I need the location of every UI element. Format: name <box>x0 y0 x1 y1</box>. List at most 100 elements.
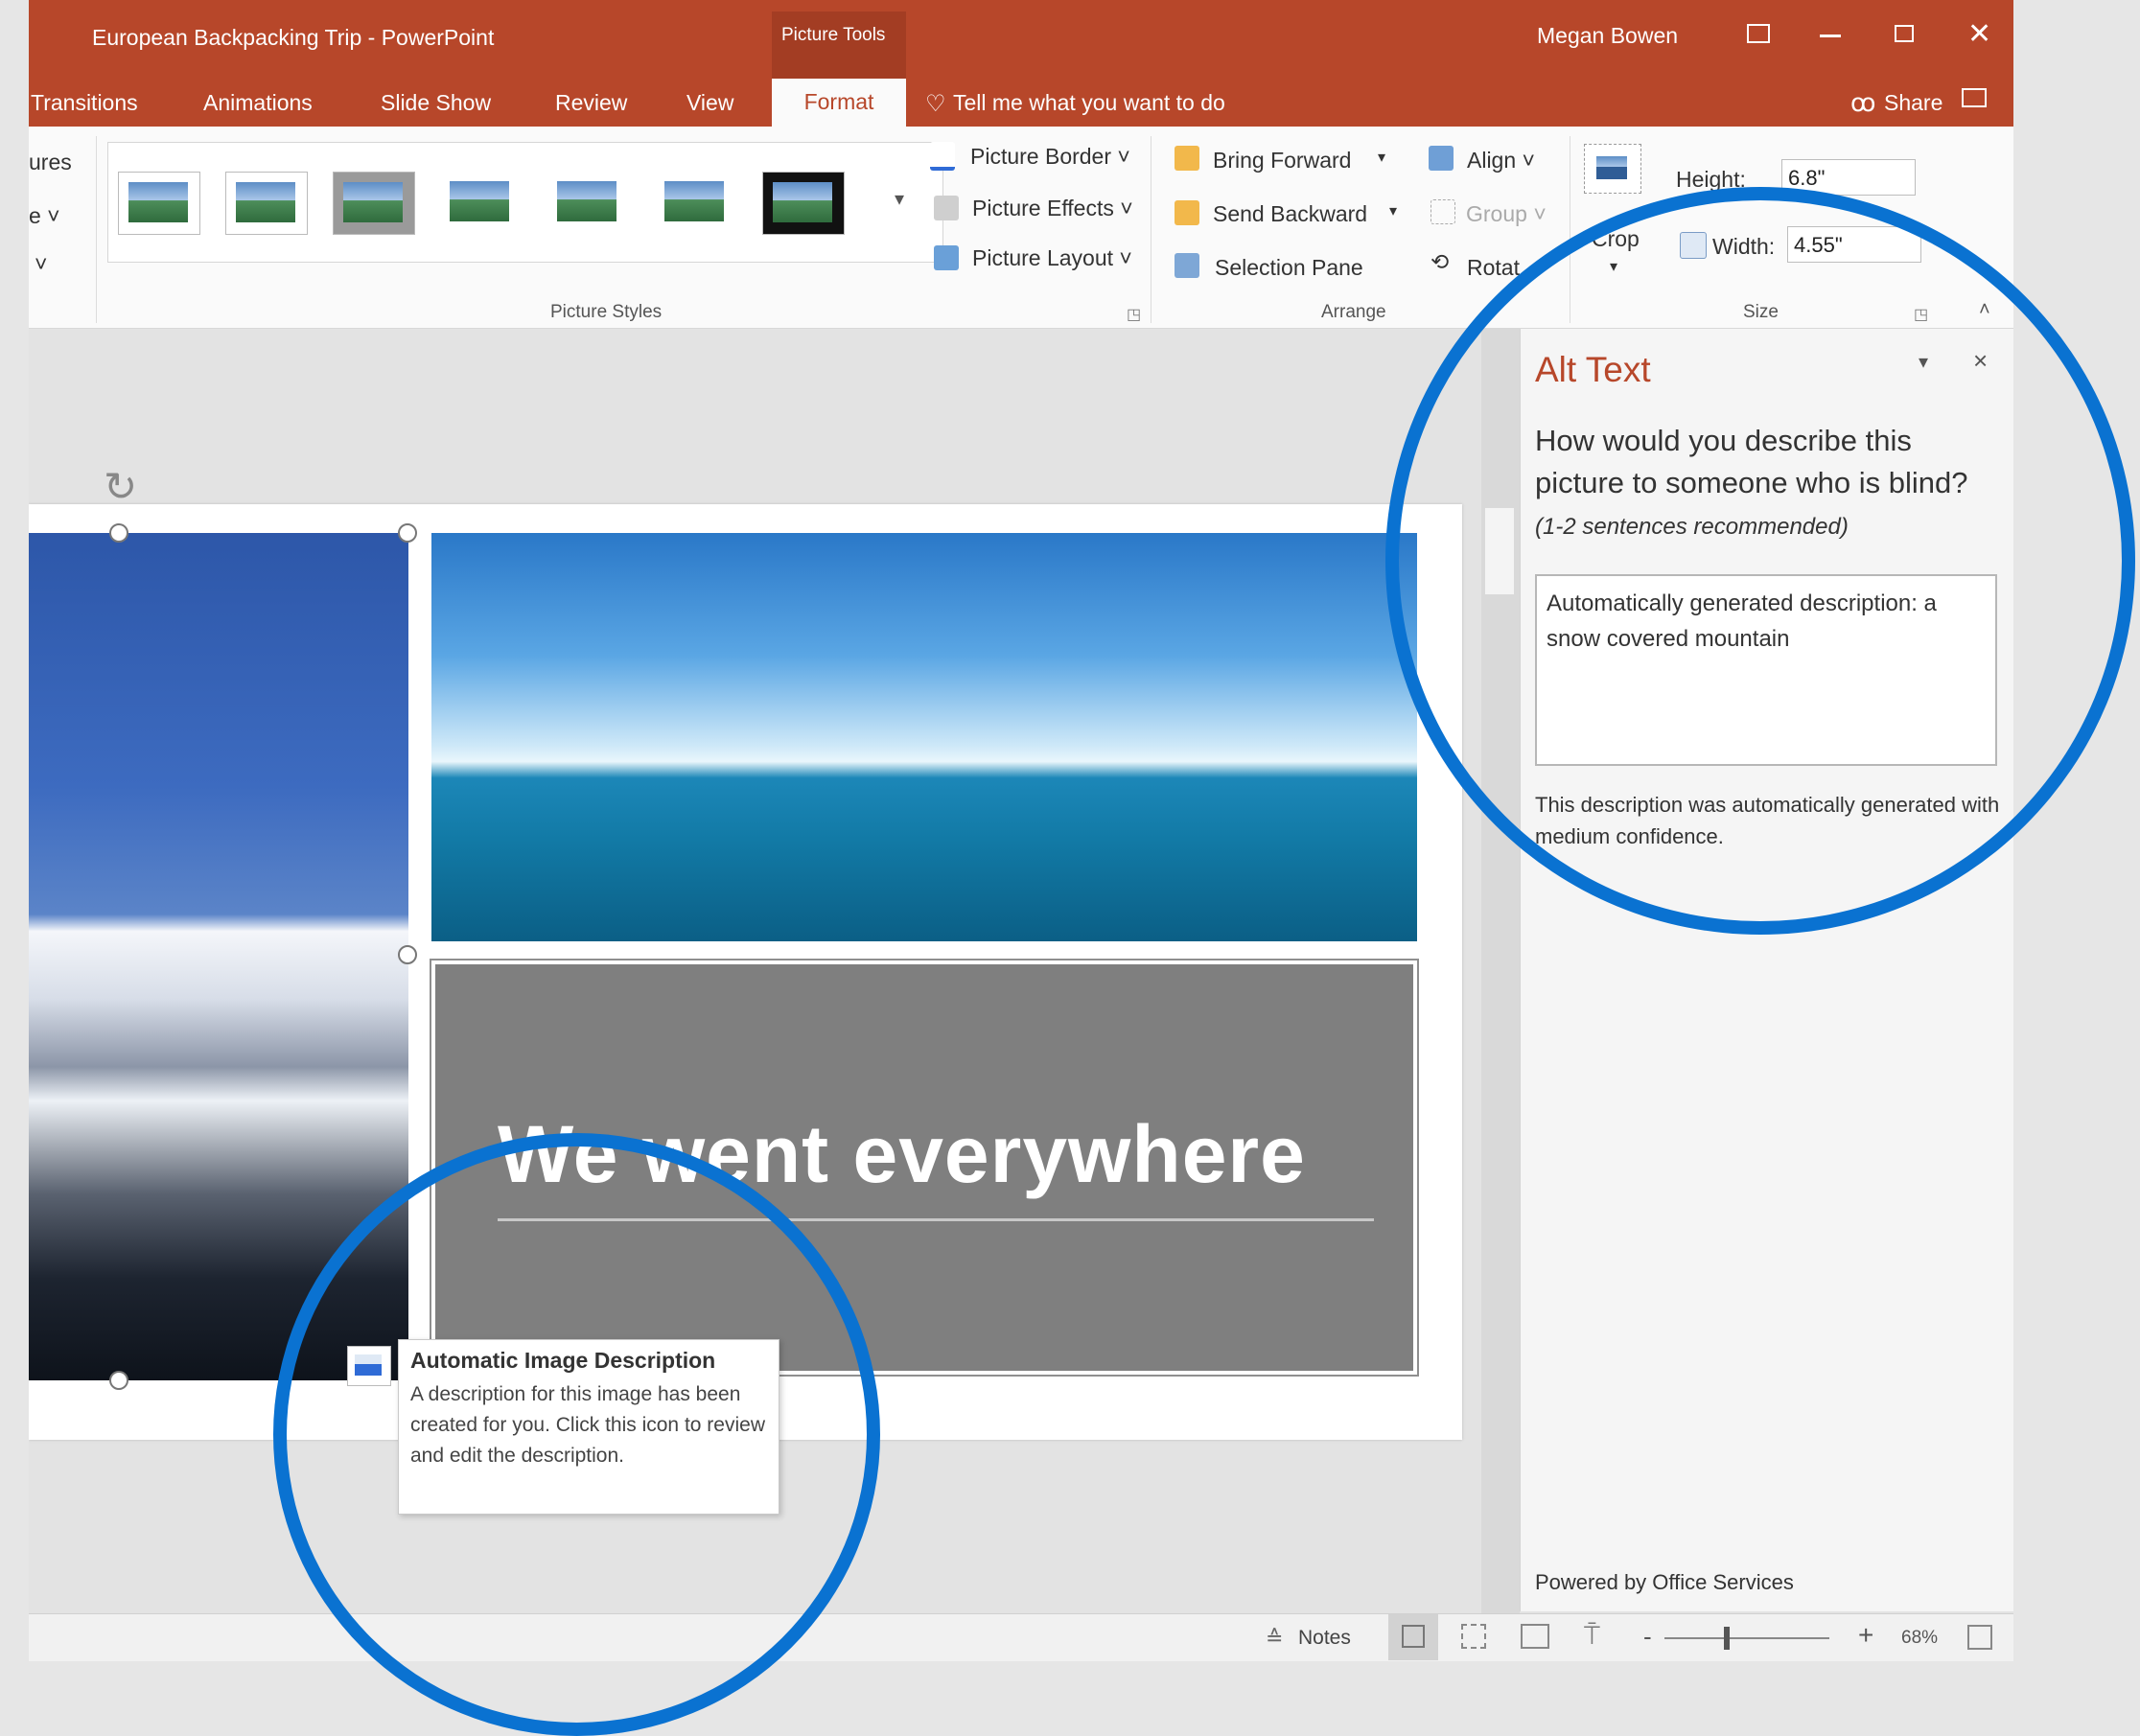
group-button[interactable]: Group ˅ <box>1466 201 1547 227</box>
tab-review[interactable]: Review <box>555 90 627 116</box>
title-underline <box>498 1218 1374 1221</box>
mountain-picture[interactable] <box>29 533 408 1380</box>
slide-canvas[interactable]: We went everywhere <box>29 504 1462 1440</box>
resize-handle[interactable] <box>109 523 128 543</box>
notes-icon: ≙ <box>1266 1626 1284 1650</box>
status-bar: ≙ Notes ⍑ - + 68% <box>29 1613 2013 1662</box>
slide-sorter-icon[interactable] <box>1461 1624 1486 1649</box>
zoom-level[interactable]: 68% <box>1901 1628 1938 1649</box>
tab-slide-show[interactable]: Slide Show <box>381 90 491 116</box>
scrollbar-thumb[interactable] <box>1485 508 1514 594</box>
close-icon[interactable]: ✕ <box>1967 17 1991 51</box>
crop-button[interactable]: Crop <box>1592 226 1640 252</box>
ribbon-display-options-icon[interactable] <box>1747 24 1770 43</box>
group-label-arrange: Arrange <box>1321 302 1386 322</box>
powered-by-label: Powered by Office Services <box>1535 1570 1794 1594</box>
title-placeholder[interactable]: We went everywhere <box>430 959 1419 1377</box>
picture-layout-button[interactable]: Picture Layout ˅ <box>972 245 1132 271</box>
resize-handle[interactable] <box>398 945 417 964</box>
style-reflected[interactable] <box>547 172 628 233</box>
ribbon-partial-item-3[interactable]: ˅ <box>35 251 47 277</box>
width-input[interactable]: 4.55" <box>1787 226 1921 263</box>
confidence-note: This description was automatically gener… <box>1535 793 2000 848</box>
group-label-size: Size <box>1743 302 1779 322</box>
send-backward-dropdown-icon[interactable]: ▾ <box>1389 201 1397 220</box>
lightbulb-icon: ♡ <box>925 91 946 117</box>
send-backward-button[interactable]: Send Backward <box>1213 201 1367 227</box>
picture-tools-context: Picture Tools <box>772 12 906 79</box>
height-input[interactable]: 6.8" <box>1781 159 1916 196</box>
gallery-more-icon[interactable]: ▾ <box>895 187 904 211</box>
pane-options-icon[interactable]: ▾ <box>1919 350 1928 374</box>
slide-show-icon[interactable]: ⍑ <box>1584 1620 1600 1652</box>
ocean-picture[interactable] <box>431 533 1417 941</box>
zoom-in-button[interactable]: + <box>1858 1620 1873 1651</box>
rotate-icon: ⟲ <box>1431 249 1450 274</box>
style-soft-edge[interactable] <box>655 172 735 233</box>
zoom-slider-track[interactable] <box>1664 1637 1829 1639</box>
ribbon-tabs: Transitions Animations Slide Show Review… <box>29 79 2013 127</box>
resize-handle[interactable] <box>109 1371 128 1390</box>
normal-view-button[interactable] <box>1388 1614 1438 1660</box>
picture-tools-label: Picture Tools <box>781 25 886 45</box>
slide-title[interactable]: We went everywhere <box>498 1108 1306 1201</box>
style-simple-frame[interactable] <box>118 172 200 235</box>
group-icon <box>1431 199 1455 224</box>
style-beveled-matte[interactable] <box>225 172 308 235</box>
crop-icon <box>1584 144 1641 194</box>
window-bottom-area <box>29 1661 2013 1702</box>
tab-view[interactable]: View <box>686 90 733 116</box>
alt-text-description-field[interactable]: Automatically generated description: a s… <box>1535 574 1997 766</box>
ribbon: ures e ˅ ˅ ▾ Picture Styles Picture Bord… <box>29 127 2013 329</box>
user-name[interactable]: Megan Bowen <box>1537 23 1678 49</box>
alt-text-badge-icon[interactable] <box>347 1346 391 1386</box>
alt-text-pane-title: Alt Text <box>1535 350 1651 389</box>
bring-forward-dropdown-icon[interactable]: ▾ <box>1378 148 1385 167</box>
selection-pane-icon <box>1175 253 1199 278</box>
resize-handle[interactable] <box>398 523 417 543</box>
size-dialog-launcher-icon[interactable]: ◳ <box>1914 305 1928 324</box>
dialog-launcher-icon[interactable]: ◳ <box>1127 305 1141 324</box>
fit-to-window-icon[interactable] <box>1967 1625 1992 1650</box>
tab-animations[interactable]: Animations <box>203 90 313 116</box>
picture-border-icon <box>930 142 955 171</box>
share-button[interactable]: Share <box>1884 90 1942 116</box>
style-drop-shadow[interactable] <box>440 172 521 233</box>
ribbon-partial-item-1[interactable]: ures <box>29 150 72 175</box>
comments-icon[interactable] <box>1962 88 1987 107</box>
picture-effects-button[interactable]: Picture Effects ˅ <box>972 196 1133 221</box>
rotate-button[interactable]: Rotat <box>1467 255 1520 281</box>
rotate-handle-icon[interactable]: ↻ <box>104 463 137 510</box>
tell-me-box[interactable]: Tell me what you want to do <box>953 90 1225 116</box>
selection-pane-button[interactable]: Selection Pane <box>1215 255 1363 281</box>
reading-view-icon[interactable] <box>1521 1624 1549 1649</box>
align-button[interactable]: Align ˅ <box>1467 148 1535 174</box>
width-label: Width: <box>1712 234 1776 259</box>
zoom-out-button[interactable]: - <box>1643 1622 1652 1652</box>
style-metal-frame[interactable] <box>333 172 415 235</box>
tab-format[interactable]: Format <box>772 79 906 127</box>
style-black-frame[interactable] <box>762 172 845 235</box>
picture-layout-icon <box>934 245 959 270</box>
title-bar: Picture Tools European Backpacking Trip … <box>29 0 2013 79</box>
collapse-ribbon-icon[interactable]: ˄ <box>1979 299 1990 321</box>
minimize-icon[interactable] <box>1820 35 1841 37</box>
group-label-picture-styles: Picture Styles <box>550 302 663 322</box>
width-icon <box>1680 232 1707 259</box>
picture-styles-gallery: ▾ <box>107 142 943 263</box>
bring-forward-button[interactable]: Bring Forward <box>1213 148 1351 174</box>
restore-icon[interactable] <box>1895 25 1914 42</box>
pane-close-icon[interactable]: × <box>1973 346 1988 376</box>
ribbon-partial-item-2[interactable]: e ˅ <box>29 203 60 229</box>
align-icon <box>1429 146 1454 171</box>
person-icon: ꝏ <box>1850 88 1876 117</box>
tab-transitions[interactable]: Transitions <box>31 90 138 116</box>
picture-effects-icon <box>934 196 959 220</box>
alt-text-question: How would you describe this picture to s… <box>1535 424 1968 499</box>
notes-button[interactable]: Notes <box>1298 1627 1351 1650</box>
normal-view-icon <box>1402 1625 1425 1648</box>
zoom-slider-thumb[interactable] <box>1724 1627 1730 1650</box>
crop-dropdown-icon[interactable]: ▾ <box>1610 257 1617 276</box>
picture-border-button[interactable]: Picture Border ˅ <box>970 144 1130 170</box>
alt-text-pane: Alt Text ▾ × How would you describe this… <box>1520 329 2013 1611</box>
